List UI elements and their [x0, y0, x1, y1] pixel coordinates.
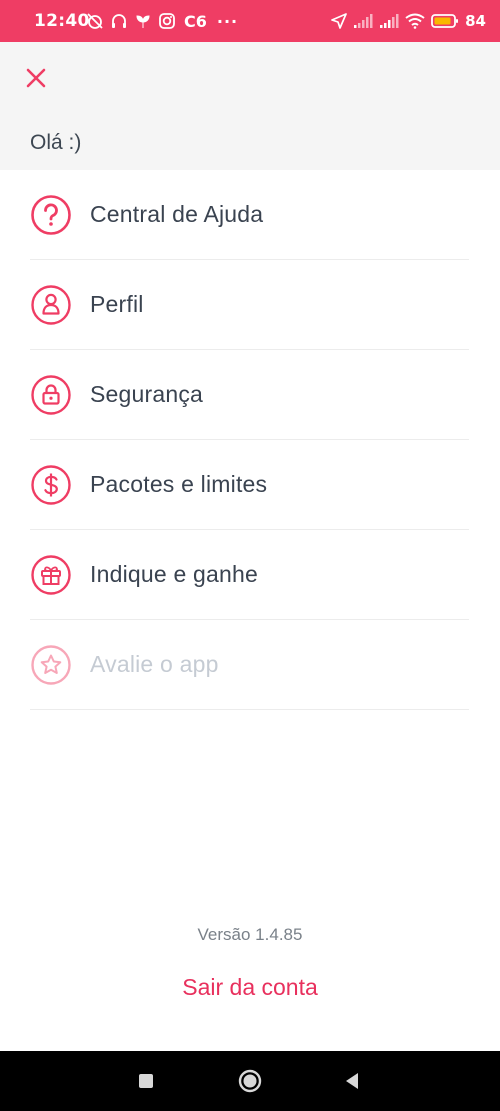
close-icon — [26, 68, 46, 88]
home-icon — [238, 1069, 262, 1093]
recent-apps-button[interactable] — [131, 1066, 161, 1096]
app-version: Versão 1.4.85 — [197, 925, 303, 944]
status-system-icons: 84 — [331, 10, 486, 32]
menu-item-label: Segurança — [90, 381, 204, 407]
location-arrow-icon — [331, 13, 347, 29]
menu-item-label: Indique e ganhe — [90, 561, 258, 587]
menu-item-packages[interactable]: Pacotes e limites — [30, 440, 469, 530]
menu-item-label: Avalie o app — [90, 651, 219, 677]
back-icon — [346, 1073, 358, 1089]
more-notifications: ··· — [216, 11, 239, 31]
android-nav-bar — [0, 1051, 500, 1111]
status-notification-icons: C6 ··· — [86, 10, 238, 32]
star-icon — [31, 644, 71, 685]
instagram-icon — [159, 13, 175, 29]
status-bar: 12:40 C6 ··· 84 — [0, 0, 500, 42]
logout-button[interactable]: Sair da conta — [0, 974, 500, 1001]
help-circle-icon — [31, 194, 71, 235]
alarm-off-icon — [87, 13, 103, 29]
menu-item-rate-app: Avalie o app — [30, 620, 469, 710]
wifi-icon — [405, 13, 425, 29]
battery-percent: 84 — [465, 12, 486, 30]
menu-item-label: Perfil — [90, 291, 144, 317]
home-button[interactable] — [235, 1066, 265, 1096]
signal-icon — [354, 14, 373, 28]
greeting-text: Olá :) — [30, 131, 82, 154]
recent-apps-icon — [139, 1074, 153, 1088]
lock-icon — [31, 374, 71, 415]
menu-item-security[interactable]: Segurança — [30, 350, 469, 440]
profile-icon — [31, 284, 71, 325]
menu-item-help[interactable]: Central de Ajuda — [30, 170, 469, 260]
close-button[interactable] — [22, 64, 50, 92]
menu-item-profile[interactable]: Perfil — [30, 260, 469, 350]
menu-item-referral[interactable]: Indique e ganhe — [30, 530, 469, 620]
carrier-label: C6 — [184, 11, 207, 31]
headphones-icon — [112, 14, 126, 28]
signal-icon — [380, 14, 399, 28]
back-button[interactable] — [337, 1066, 367, 1096]
menu-list: Central de Ajuda Perfil Segurança Pacote… — [0, 170, 500, 710]
menu-item-label: Pacotes e limites — [90, 471, 268, 497]
menu-header: Olá :) — [0, 42, 500, 170]
menu-item-label: Central de Ajuda — [90, 201, 264, 227]
dollar-icon — [31, 464, 71, 505]
gift-icon — [31, 554, 71, 595]
battery-icon — [431, 14, 459, 28]
status-time: 12:40 — [34, 11, 90, 31]
plant-icon — [136, 15, 150, 28]
